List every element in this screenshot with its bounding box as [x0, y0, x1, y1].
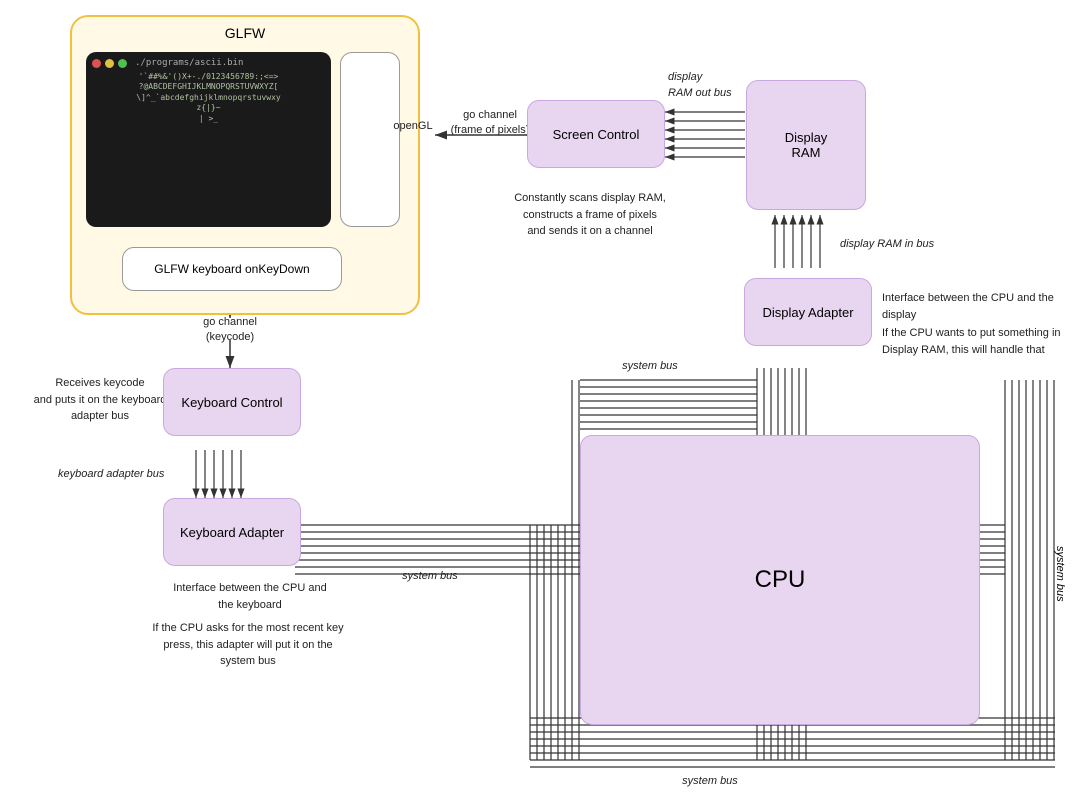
cpu-label: CPU	[755, 566, 806, 594]
cpu-asks-label: If the CPU asks for the most recent key …	[148, 620, 348, 670]
terminal-title: ./programs/ascii.bin	[135, 58, 243, 68]
keyboard-control-label: Keyboard Control	[181, 395, 282, 410]
interface-display-label: Interface between the CPU and the displa…	[882, 290, 1062, 323]
system-bus-label-bottom: system bus	[650, 775, 770, 787]
keyboard-adapter-box: Keyboard Adapter	[163, 498, 301, 566]
receives-keycode-label: Receives keycode and puts it on the keyb…	[30, 375, 170, 425]
glfw-label: GLFW	[225, 25, 265, 41]
diagram: GLFW ./programs/ascii.bin '`##%&'()X+-./…	[0, 0, 1084, 801]
terminal-right-panel	[340, 52, 400, 227]
glfw-keyboard-box: GLFW keyboard onKeyDown	[122, 247, 342, 291]
interface-keyboard-label: Interface between the CPU and the keyboa…	[165, 580, 335, 613]
dot-red	[92, 59, 101, 68]
screen-control-label: Screen Control	[553, 127, 640, 142]
screen-control-box: Screen Control	[527, 100, 665, 168]
go-channel-frame-label: go channel (frame of pixels)	[440, 108, 540, 139]
display-ram-in-bus-label: display RAM in bus	[840, 238, 970, 250]
keyboard-control-box: Keyboard Control	[163, 368, 301, 436]
glfw-keyboard-label: GLFW keyboard onKeyDown	[154, 262, 309, 276]
glfw-container: GLFW ./programs/ascii.bin '`##%&'()X+-./…	[70, 15, 420, 315]
display-ram-label: Display RAM	[785, 130, 828, 160]
display-ram-box: Display RAM	[746, 80, 866, 210]
display-adapter-label: Display Adapter	[762, 305, 853, 320]
dot-yellow	[105, 59, 114, 68]
opengl-label: openGL	[388, 120, 438, 132]
cpu-box: CPU	[580, 435, 980, 725]
terminal-body: '`##%&'()X+-./0123456789:;<=> ?@ABCDEFGH…	[92, 72, 325, 124]
system-bus-label-mid: system bus	[380, 570, 480, 582]
cpu-display-label: If the CPU wants to put something in Dis…	[882, 325, 1077, 358]
go-channel-keycode-label: go channel (keycode)	[175, 315, 285, 346]
keyboard-adapter-label: Keyboard Adapter	[180, 525, 284, 540]
dot-green	[118, 59, 127, 68]
terminal-titlebar: ./programs/ascii.bin	[92, 58, 325, 68]
screen-control-desc: Constantly scans display RAM, constructs…	[490, 190, 690, 240]
keyboard-adapter-bus-label: keyboard adapter bus	[58, 468, 208, 480]
display-adapter-box: Display Adapter	[744, 278, 872, 346]
system-bus-vertical-label: system bus	[1054, 546, 1066, 602]
terminal-window: ./programs/ascii.bin '`##%&'()X+-./01234…	[86, 52, 331, 227]
system-bus-label-top: system bus	[600, 360, 700, 372]
